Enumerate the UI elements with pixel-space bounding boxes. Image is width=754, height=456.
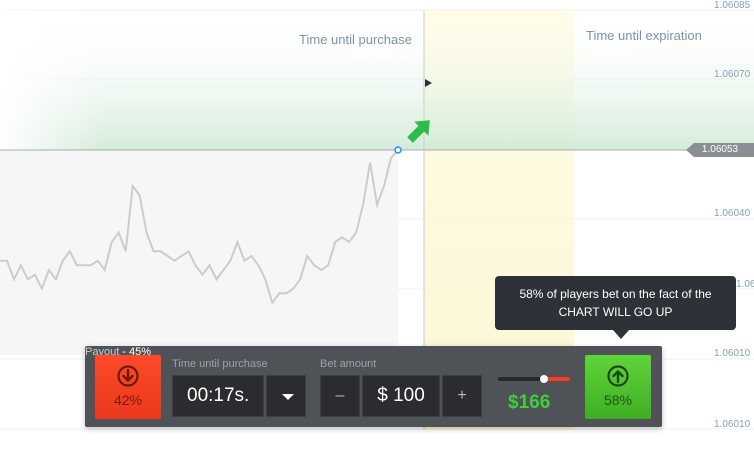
tooltip-line-2: CHART WILL GO UP: [558, 305, 673, 319]
y-tick: 1.06070: [714, 69, 751, 80]
tooltip-line-1: 58% of players bet on the fact of the: [519, 287, 712, 301]
current-price-dot: [394, 146, 402, 154]
bet-down-button[interactable]: 42%: [95, 355, 161, 419]
time-until-purchase-label: Time until purchase: [299, 32, 412, 47]
y-tick: 1.06010: [714, 419, 751, 430]
past-area: [0, 150, 398, 355]
up-zone-fade: [0, 10, 424, 150]
y-tick: 1.06010: [714, 348, 751, 359]
decrease-amount-button[interactable]: –: [320, 375, 360, 417]
current-price-tag: 1.06053: [686, 143, 754, 157]
time-until-purchase-field[interactable]: 00:17s.: [172, 375, 264, 417]
arrow-down-circle-icon: [117, 365, 139, 387]
bet-amount-field[interactable]: $ 100: [362, 375, 440, 417]
up-percent: 58%: [603, 392, 633, 408]
increase-amount-button[interactable]: +: [442, 375, 482, 417]
y-tick: 1.06085: [714, 0, 751, 11]
payout-label: Payout - 45%: [85, 346, 662, 358]
down-percent: 42%: [113, 392, 143, 408]
time-dropdown-button[interactable]: [266, 375, 306, 417]
y-tick: 1.06040: [714, 208, 751, 219]
y-tick: 1.06025: [736, 279, 754, 290]
caret-down-icon: [282, 394, 294, 400]
payout-slider[interactable]: [498, 375, 570, 383]
players-sentiment-tooltip: 58% of players bet on the fact of the CH…: [495, 276, 736, 339]
time-until-purchase-field-label: Time until purchase: [172, 358, 268, 370]
payout-slider-knob[interactable]: [540, 375, 548, 383]
arrow-up-circle-icon: [607, 365, 629, 387]
bet-up-button[interactable]: 58%: [585, 355, 651, 419]
bet-amount-label: Bet amount: [320, 358, 377, 370]
time-until-expiration-value: 00:55 s.: [588, 43, 636, 58]
trade-panel: 42% Time until purchase 00:17s. Bet amou…: [85, 346, 662, 427]
time-until-expiration-label: Time until expiration: [586, 28, 702, 43]
payout-value: $166: [508, 392, 551, 413]
time-until-purchase-value: 00:25 s.: [352, 47, 412, 64]
